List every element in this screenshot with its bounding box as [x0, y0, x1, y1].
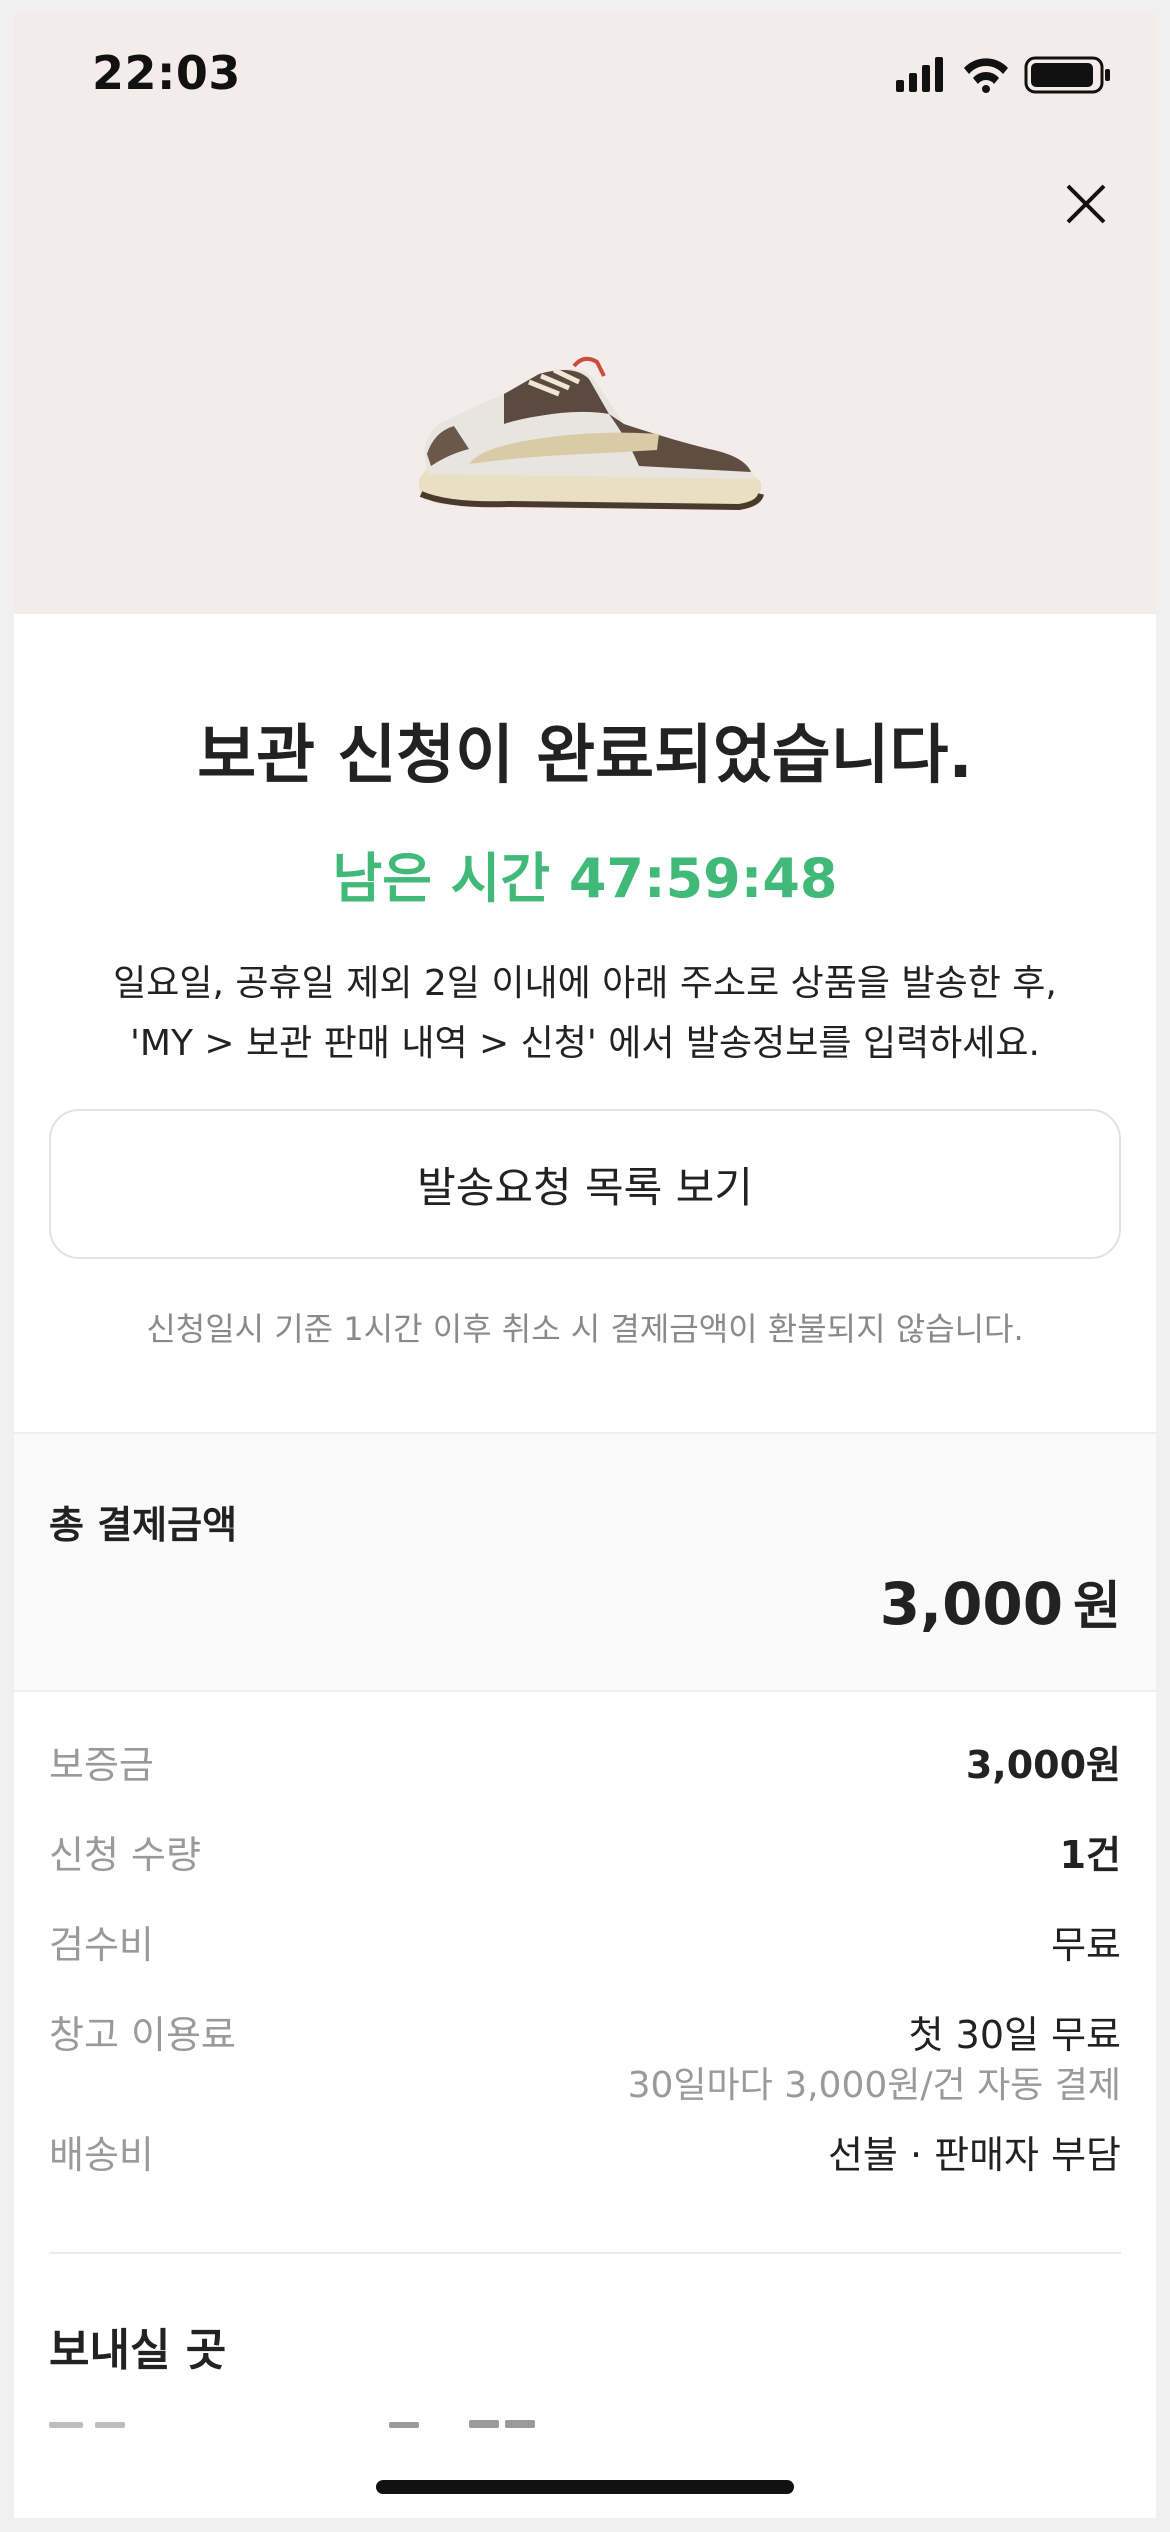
- remaining-time: 남은 시간 47:59:48: [332, 847, 838, 910]
- wifi-icon: [964, 58, 1008, 93]
- refund-notice: 신청일시 기준 1시간 이후 취소 시 결제금액이 환불되지 않습니다.: [146, 1310, 1024, 1348]
- guide-line-1: 일요일, 공휴일 제외 2일 이내에 아래 주소로 상품을 발송한 후,: [113, 963, 1057, 1004]
- detail-row-deposit: 보증금 3,000원: [49, 1734, 1121, 1824]
- total-amount-unit: 원: [1073, 1577, 1121, 1637]
- total-payment-box: 총 결제금액 3,000 원: [14, 1432, 1156, 1692]
- ship-to-section-title: 보내실 곳: [49, 2325, 227, 2376]
- detail-label: 검수비: [49, 1923, 154, 1967]
- payment-details: 보증금 3,000원 신청 수량 1건 검수비 무료 창고 이용료 첫 30일 …: [49, 1734, 1121, 2214]
- detail-subtext: 30일마다 3,000원/건 자동 결제: [627, 2065, 1121, 2106]
- total-payment-label: 총 결제금액: [49, 1503, 238, 1547]
- app-screen: 22:03 보관 신청이 완료되었습니다. 남은 시간 47:59:48 일요일…: [14, 14, 1156, 2518]
- detail-value: 첫 30일 무료: [908, 2013, 1121, 2057]
- clipped-address-row: [49, 2414, 1121, 2430]
- detail-row-quantity: 신청 수량 1건: [49, 1824, 1121, 1914]
- signal-icon: [896, 57, 943, 92]
- close-button[interactable]: [1056, 174, 1116, 234]
- battery-icon: [1024, 56, 1110, 94]
- shipping-guide: 일요일, 공휴일 제외 2일 이내에 아래 주소로 상품을 발송한 후, 'MY…: [14, 954, 1156, 1074]
- section-divider: [49, 2252, 1121, 2254]
- detail-label: 창고 이용료: [49, 2013, 236, 2057]
- total-payment-amount: 3,000 원: [880, 1564, 1121, 1639]
- detail-value: 1건: [1059, 1833, 1121, 1877]
- total-amount-number: 3,000: [879, 1570, 1064, 1638]
- close-icon: [1066, 184, 1106, 224]
- detail-row-inspection-fee: 검수비 무료: [49, 1914, 1121, 2004]
- detail-row-storage-fee: 창고 이용료 첫 30일 무료 30일마다 3,000원/건 자동 결제: [49, 2004, 1121, 2124]
- detail-label: 보증금: [49, 1743, 154, 1787]
- guide-line-2: 'MY > 보관 판매 내역 > 신청' 에서 발송정보를 입력하세요.: [129, 1023, 1040, 1064]
- detail-value: 무료: [1051, 1923, 1121, 1967]
- product-header: 22:03: [14, 14, 1156, 614]
- home-indicator[interactable]: [376, 2480, 794, 2494]
- sneaker-image: [418, 356, 764, 511]
- detail-row-shipping-fee: 배송비 선불 · 판매자 부담: [49, 2124, 1121, 2214]
- detail-value: 선불 · 판매자 부담: [827, 2133, 1121, 2177]
- status-icons: [896, 54, 1116, 94]
- detail-label: 배송비: [49, 2133, 154, 2177]
- status-time: 22:03: [92, 46, 241, 100]
- detail-label: 신청 수량: [49, 1833, 201, 1877]
- detail-value: 3,000원: [965, 1743, 1121, 1787]
- view-shipping-requests-button[interactable]: 발송요청 목록 보기: [49, 1109, 1121, 1259]
- clipped-text-fragment: [49, 2420, 535, 2428]
- page-title: 보관 신청이 완료되었습니다.: [197, 719, 973, 793]
